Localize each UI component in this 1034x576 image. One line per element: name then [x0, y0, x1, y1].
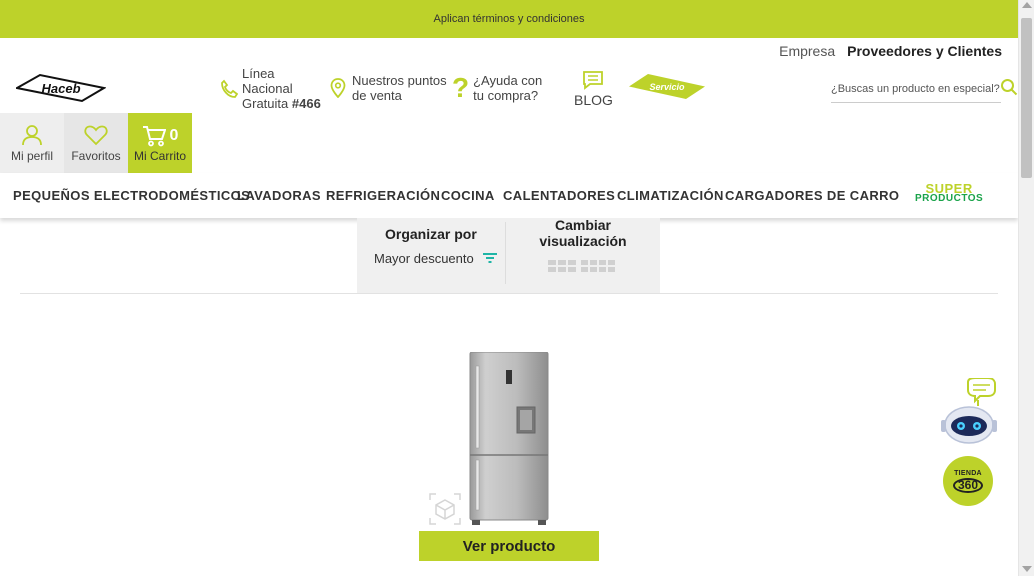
blog-label: BLOG [574, 92, 613, 108]
profile-label: Mi perfil [10, 149, 53, 163]
cart-label: Mi Carrito [133, 149, 186, 163]
search-icon[interactable] [1000, 78, 1018, 96]
nav-item-climatizacion[interactable]: CLIMATIZACIÓN [617, 188, 724, 203]
proveedores-link[interactable]: Proveedores y Clientes [847, 43, 1002, 59]
ver-producto-button[interactable]: Ver producto [419, 531, 599, 561]
grid-3-columns-icon[interactable] [548, 259, 576, 273]
user-icon [22, 125, 42, 146]
blog-link[interactable]: BLOG [574, 70, 613, 108]
view-title: Cambiar visualización [539, 217, 627, 249]
scroll-up-arrow-icon[interactable] [1022, 2, 1032, 8]
tienda-label: TIENDA [954, 469, 982, 477]
scroll-down-arrow-icon[interactable] [1022, 566, 1032, 572]
section-divider [20, 293, 998, 294]
favorites-label: Favoritos [71, 149, 121, 163]
location-pin-icon [330, 78, 346, 98]
super-productos-link[interactable]: SUPER PRODUCTOS [915, 182, 984, 204]
scroll-thumb[interactable] [1021, 18, 1032, 178]
cart-button[interactable]: 0 Mi Carrito [128, 113, 192, 173]
super-line2: PRODUCTOS [915, 193, 984, 204]
promo-text[interactable]: Aplican términos y condiciones [433, 13, 584, 25]
empresa-link[interactable]: Empresa [779, 43, 835, 59]
help-link[interactable]: ? ¿Ayuda con tu compra? [452, 73, 542, 103]
main-nav: PEQUEÑOS ELECTRODOMÉSTICOS LAVADORAS REF… [0, 173, 1018, 218]
sort-title: Organizar por [385, 226, 477, 242]
favorites-button[interactable]: Favoritos [64, 113, 128, 173]
stores-link[interactable]: Nuestros puntos de venta [330, 73, 447, 103]
tienda-number: 360 [952, 477, 984, 493]
nav-item-lavadoras[interactable]: LAVADORAS [237, 188, 321, 203]
3d-view-icon[interactable] [428, 492, 462, 526]
nav-item-cargadores[interactable]: CARGADORES DE CARRO [725, 188, 899, 203]
question-icon: ? [452, 72, 470, 103]
service-text: Servicio [649, 82, 685, 92]
search-input[interactable] [831, 77, 1001, 101]
nav-item-pequenos[interactable]: PEQUEÑOS ELECTRODOMÉSTICOS [13, 188, 250, 203]
top-links: Empresa Proveedores y Clientes [779, 43, 1002, 59]
stores-text: Nuestros puntos de venta [352, 73, 447, 103]
nav-item-calentadores[interactable]: CALENTADORES [503, 188, 615, 203]
vertical-scrollbar[interactable] [1018, 0, 1034, 576]
logo-text: Haceb [41, 81, 80, 96]
chatbot-icon[interactable] [940, 378, 998, 446]
phone-text: Línea Nacional Gratuita #466 [242, 66, 321, 111]
panel-divider [505, 222, 506, 284]
chat-bubble-icon [583, 71, 604, 90]
help-text: ¿Ayuda con tu compra? [473, 73, 543, 103]
heart-icon [84, 125, 108, 146]
promo-bar[interactable]: Aplican términos y condiciones [0, 0, 1018, 38]
sort-select[interactable]: Mayor descuento [374, 251, 474, 266]
cart-count: 0 [169, 127, 179, 144]
search-box [831, 77, 1001, 103]
nav-item-cocina[interactable]: COCINA [441, 188, 495, 203]
haceb-logo[interactable]: Haceb [14, 72, 107, 104]
grid-4-columns-icon[interactable] [581, 259, 617, 273]
cart-icon [142, 126, 166, 147]
nav-item-refrigeracion[interactable]: REFRIGERACIÓN [326, 188, 440, 203]
phone-icon [221, 79, 238, 98]
service-badge[interactable]: Servicio [628, 73, 706, 100]
profile-button[interactable]: Mi perfil [0, 113, 64, 173]
phone-line[interactable]: Línea Nacional Gratuita #466 [220, 66, 321, 111]
filter-icon[interactable] [482, 251, 498, 265]
tienda-360-button[interactable]: TIENDA 360 [943, 456, 993, 506]
refrigerator-image[interactable] [468, 352, 550, 526]
page: Aplican términos y condiciones Empresa P… [0, 0, 1034, 576]
